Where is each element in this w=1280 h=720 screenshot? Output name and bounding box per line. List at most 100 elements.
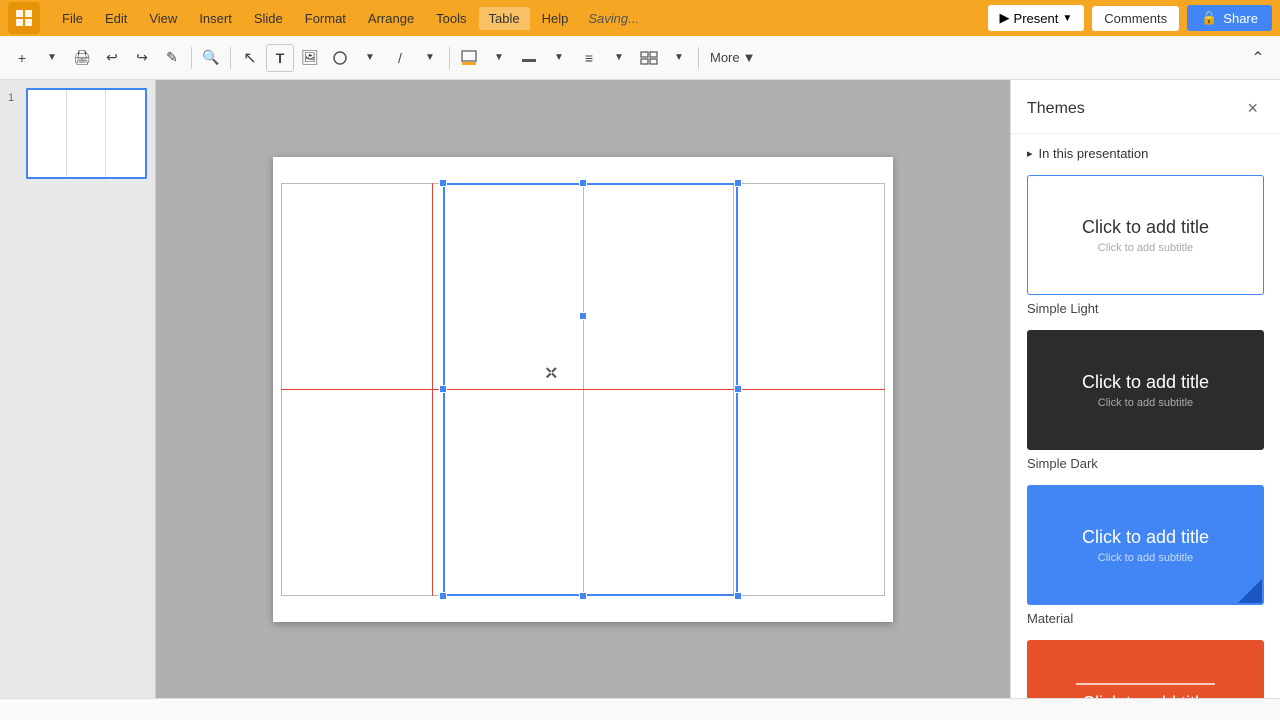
table-cell-2-2[interactable] — [432, 389, 583, 595]
toolbar-layout-dropdown[interactable]: ▼ — [665, 44, 693, 72]
menu-tools[interactable]: Tools — [426, 7, 476, 30]
theme-material-title: Click to add title — [1082, 527, 1209, 548]
toolbar-redo-btn[interactable]: ↪ — [128, 44, 156, 72]
toolbar: + ▼ 🖨 ↩ ↪ ✎ 🔍 ↖ T 🖼 ▼ / ▼ ▼ ▼ ≡ ▼ ▼ More… — [0, 36, 1280, 80]
slides-panel: 1 — [0, 80, 156, 698]
title-bar: File Edit View Insert Slide Format Arran… — [0, 0, 1280, 36]
slide-1-container: 1 — [8, 88, 147, 179]
table-row-1 — [282, 183, 885, 389]
share-button[interactable]: 🔒 Share — [1187, 5, 1272, 31]
toolbar-undo-btn[interactable]: ↩ — [98, 44, 126, 72]
toolbar-line-btn[interactable]: / — [386, 44, 414, 72]
menu-file[interactable]: File — [52, 7, 93, 30]
toolbar-collapse-btn[interactable]: ⌃ — [1244, 44, 1272, 72]
slide-thumbnail-1[interactable] — [26, 88, 147, 179]
theme-thumbnail-coral[interactable]: Click to add title — [1027, 640, 1264, 698]
menu-table[interactable]: Table — [479, 7, 530, 30]
toolbar-border-btn[interactable] — [515, 44, 543, 72]
theme-item-material: Click to add title Click to add subtitle… — [1027, 485, 1264, 626]
toolbar-add-btn[interactable]: + — [8, 44, 36, 72]
toolbar-text-btn[interactable]: T — [266, 44, 294, 72]
theme-coral-title: Click to add title — [1082, 693, 1209, 699]
handle-bot-right-sel[interactable] — [734, 592, 742, 600]
slide-thumb-col-1 — [28, 90, 67, 177]
handle-top-mid[interactable] — [579, 179, 587, 187]
toolbar-layout-btn[interactable] — [635, 44, 663, 72]
toolbar-print-btn[interactable]: 🖨 — [68, 44, 96, 72]
toolbar-more-btn[interactable]: More ▼ — [704, 47, 762, 68]
table-cell-2-4[interactable] — [734, 389, 885, 595]
menu-format[interactable]: Format — [295, 7, 356, 30]
toolbar-zoom-btn[interactable]: 🔍 — [197, 44, 225, 72]
theme-name-simple-light: Simple Light — [1027, 301, 1264, 316]
toolbar-line-dropdown[interactable]: ▼ — [416, 44, 444, 72]
theme-item-coral: Click to add title — [1027, 640, 1264, 698]
toolbar-shape-btn[interactable] — [326, 44, 354, 72]
toolbar-sep-3 — [449, 47, 450, 69]
toolbar-cursor-btn[interactable]: ↖ — [236, 44, 264, 72]
toolbar-image-btn[interactable]: 🖼 — [296, 44, 324, 72]
toolbar-fill-dropdown[interactable]: ▼ — [485, 44, 513, 72]
more-label: More — [710, 50, 740, 65]
theme-name-material: Material — [1027, 611, 1264, 626]
menu-insert[interactable]: Insert — [189, 7, 242, 30]
toolbar-align-btn[interactable]: ≡ — [575, 44, 603, 72]
slide-canvas: ✛ — [273, 157, 893, 622]
present-button[interactable]: ▶ Present ▼ — [988, 5, 1085, 31]
menu-bar: File Edit View Insert Slide Format Arran… — [52, 7, 988, 30]
table-cell-1-4[interactable] — [734, 183, 885, 389]
handle-bot-mid[interactable] — [579, 592, 587, 600]
bottom-bar — [0, 698, 1280, 720]
table-cell-1-2[interactable] — [432, 183, 583, 389]
themes-close-button[interactable]: × — [1241, 96, 1264, 121]
more-arrow: ▼ — [743, 50, 756, 65]
present-chevron: ▼ — [1062, 13, 1072, 24]
theme-item-simple-dark: Click to add title Click to add subtitle… — [1027, 330, 1264, 471]
table-cell-2-3[interactable] — [583, 389, 734, 595]
themes-title: Themes — [1027, 100, 1085, 118]
share-label: Share — [1223, 11, 1258, 26]
toolbar-paint-btn[interactable]: ✎ — [158, 44, 186, 72]
table-cell-1-3[interactable] — [583, 183, 734, 389]
toolbar-add-dropdown[interactable]: ▼ — [38, 44, 66, 72]
theme-simple-dark-subtitle: Click to add subtitle — [1098, 397, 1193, 409]
canvas-area[interactable]: ✛ — [156, 80, 1010, 698]
theme-material-subtitle: Click to add subtitle — [1098, 552, 1193, 564]
saving-status: Saving... — [588, 11, 639, 26]
theme-item-simple-light: Click to add title Click to add subtitle… — [1027, 175, 1264, 316]
menu-edit[interactable]: Edit — [95, 7, 137, 30]
in-this-presentation[interactable]: In this presentation — [1027, 146, 1264, 161]
table-row-2 — [282, 389, 885, 595]
menu-slide[interactable]: Slide — [244, 7, 293, 30]
theme-thumbnail-simple-dark[interactable]: Click to add title Click to add subtitle — [1027, 330, 1264, 450]
handle-mid-right[interactable] — [734, 385, 742, 393]
table-cell-1-1[interactable] — [282, 183, 433, 389]
menu-help[interactable]: Help — [532, 7, 579, 30]
table-selection-wrapper: ✛ — [281, 183, 885, 596]
theme-simple-dark-title: Click to add title — [1082, 372, 1209, 393]
table-cell-2-1[interactable] — [282, 389, 433, 595]
theme-thumbnail-simple-light[interactable]: Click to add title Click to add subtitle — [1027, 175, 1264, 295]
themes-panel: Themes × In this presentation Click to a… — [1010, 80, 1280, 698]
slide-number-1: 1 — [8, 92, 20, 104]
lock-icon: 🔒 — [1201, 10, 1217, 26]
handle-bot-left[interactable] — [439, 592, 447, 600]
theme-simple-light-title: Click to add title — [1082, 217, 1209, 238]
handle-top-center[interactable] — [579, 312, 587, 320]
theme-name-simple-dark: Simple Dark — [1027, 456, 1264, 471]
menu-view[interactable]: View — [139, 7, 187, 30]
title-bar-right: ▶ Present ▼ Comments 🔒 Share — [988, 5, 1272, 31]
handle-mid-left[interactable] — [439, 385, 447, 393]
handle-top-right-sel[interactable] — [734, 179, 742, 187]
present-label: Present — [1014, 11, 1059, 26]
toolbar-align-dropdown[interactable]: ▼ — [605, 44, 633, 72]
theme-coral-line — [1076, 683, 1216, 685]
menu-arrange[interactable]: Arrange — [358, 7, 424, 30]
toolbar-shape-dropdown[interactable]: ▼ — [356, 44, 384, 72]
present-play-icon: ▶ — [1000, 10, 1010, 26]
comments-button[interactable]: Comments — [1092, 6, 1179, 31]
theme-thumbnail-material[interactable]: Click to add title Click to add subtitle — [1027, 485, 1264, 605]
toolbar-fill-btn[interactable] — [455, 44, 483, 72]
toolbar-border-dropdown[interactable]: ▼ — [545, 44, 573, 72]
handle-top-left[interactable] — [439, 179, 447, 187]
